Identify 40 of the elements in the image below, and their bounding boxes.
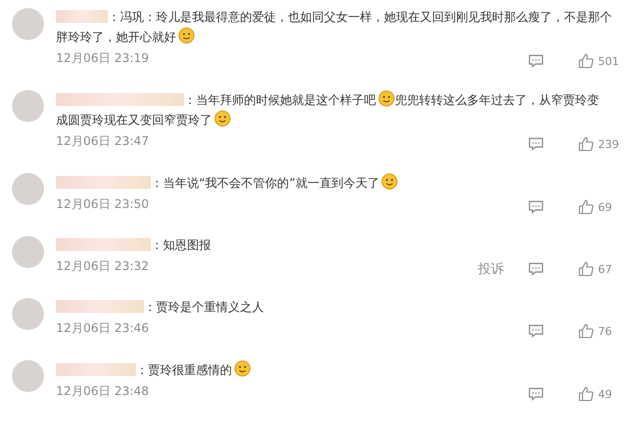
comment-time: 12月06日 23:50 [56, 196, 150, 212]
thumbs-up-icon[interactable] [578, 136, 594, 152]
emoji-icon [378, 90, 395, 107]
like-count: 239 [598, 138, 619, 150]
comment-time: 12月06日 23:32 [56, 258, 150, 274]
comment-text: 兜兜转转这么多年过去了，从窄贾玲变 [395, 93, 599, 107]
comment-time: 12月06日 23:48 [56, 382, 150, 400]
comment-icon[interactable] [528, 200, 544, 214]
comment-text: ：贾玲很重感情的 [136, 363, 232, 377]
thumbs-up-icon[interactable] [578, 386, 594, 402]
comment-text: ：冯巩：玲儿是我最得意的爱徒，也如同父女一样，她现在又回到刚见我时那么瘦了，不是那个 [108, 10, 612, 24]
like-count: 76 [598, 324, 612, 338]
comment-time: 12月06日 23:47 [56, 132, 150, 150]
like-count: 49 [598, 388, 612, 400]
thumbs-up-icon[interactable] [578, 53, 594, 69]
blurred-username [56, 10, 108, 23]
comment-time: 12月06日 23:46 [56, 320, 150, 336]
like-count: 67 [598, 262, 612, 276]
comment-icon[interactable] [528, 324, 544, 338]
emoji-icon [214, 110, 231, 127]
thumbs-up-icon[interactable] [578, 261, 594, 277]
comment-icon[interactable] [528, 137, 544, 151]
comment-text: ：知恩图报 [151, 238, 211, 252]
comment-text: 成圆贾玲现在又变回窄贾玲了 [56, 113, 212, 127]
comment-icon[interactable] [528, 387, 544, 401]
comment-icon[interactable] [528, 262, 544, 276]
thumbs-up-icon[interactable] [578, 323, 594, 339]
emoji-icon [234, 360, 251, 377]
comment-text: ：当年拜师的时候她就是这个样子吧 [184, 93, 376, 107]
comment-text: ：当年说“我不会不管你的”就一直到今天了 [151, 176, 380, 190]
emoji-icon [381, 173, 398, 190]
comment-text: 胖玲玲了，她开心就好 [56, 30, 176, 44]
comment-time: 12月06日 23:19 [56, 50, 150, 66]
like-count: 501 [598, 54, 619, 68]
comment-text: ：贾玲是个重情义之人 [144, 300, 264, 314]
report-link[interactable]: 投诉 [478, 260, 504, 278]
emoji-icon [178, 27, 195, 44]
comment-icon[interactable] [528, 54, 544, 68]
like-count: 69 [598, 200, 612, 214]
thumbs-up-icon[interactable] [578, 199, 594, 215]
